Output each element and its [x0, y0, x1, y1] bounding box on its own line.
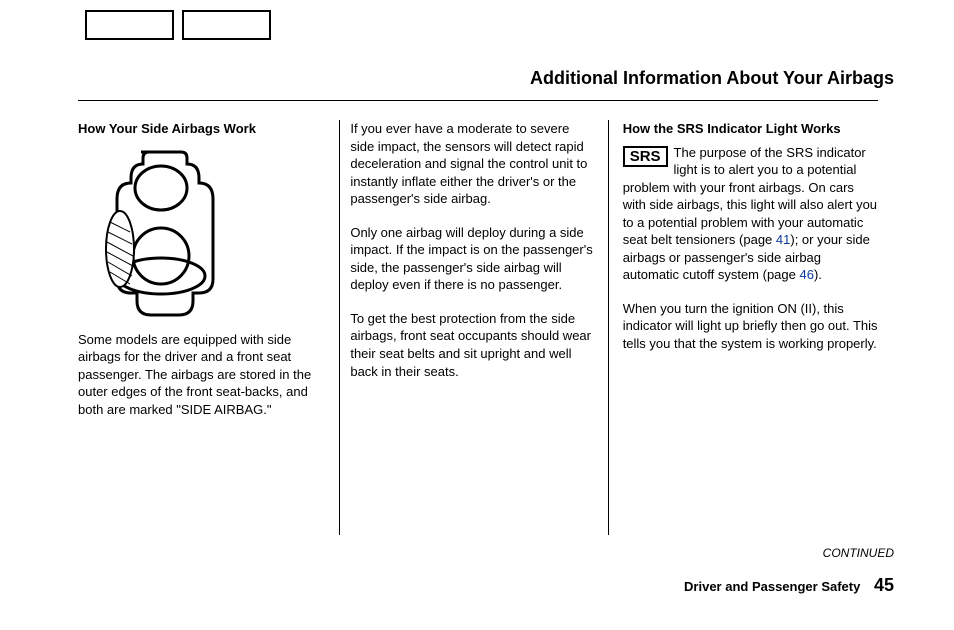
- nav-box-next[interactable]: [182, 10, 271, 40]
- page-link-46[interactable]: 46: [799, 267, 813, 282]
- continued-label: CONTINUED: [823, 546, 894, 560]
- title-rule: [78, 100, 878, 101]
- content-columns: How Your Side Airbags Work: [78, 120, 878, 535]
- page-number: 45: [874, 575, 894, 595]
- page-link-41[interactable]: 41: [776, 232, 790, 247]
- column-1: How Your Side Airbags Work: [78, 120, 339, 535]
- srs-indicator-box: SRS: [623, 146, 668, 167]
- page-title: Additional Information About Your Airbag…: [530, 68, 894, 89]
- col1-para1: Some models are equipped with side airba…: [78, 331, 325, 419]
- col3-para1: SRS The purpose of the SRS indicator lig…: [623, 144, 878, 284]
- col2-para2: Only one airbag will deploy during a sid…: [350, 224, 593, 294]
- side-airbag-diagram: [86, 144, 246, 319]
- column-2: If you ever have a moderate to severe si…: [340, 120, 607, 535]
- top-nav-boxes: [85, 10, 271, 40]
- col3-para2: When you turn the ignition ON (II), this…: [623, 300, 878, 353]
- col2-para1: If you ever have a moderate to severe si…: [350, 120, 593, 208]
- nav-box-prev[interactable]: [85, 10, 174, 40]
- footer-section-label: Driver and Passenger Safety: [684, 579, 860, 594]
- footer: Driver and Passenger Safety 45: [684, 575, 894, 596]
- column-3: How the SRS Indicator Light Works SRS Th…: [609, 120, 878, 535]
- col2-para3: To get the best protection from the side…: [350, 310, 593, 380]
- col1-heading: How Your Side Airbags Work: [78, 120, 325, 138]
- col3-heading: How the SRS Indicator Light Works: [623, 120, 878, 138]
- col3-para1d: ).: [814, 267, 822, 282]
